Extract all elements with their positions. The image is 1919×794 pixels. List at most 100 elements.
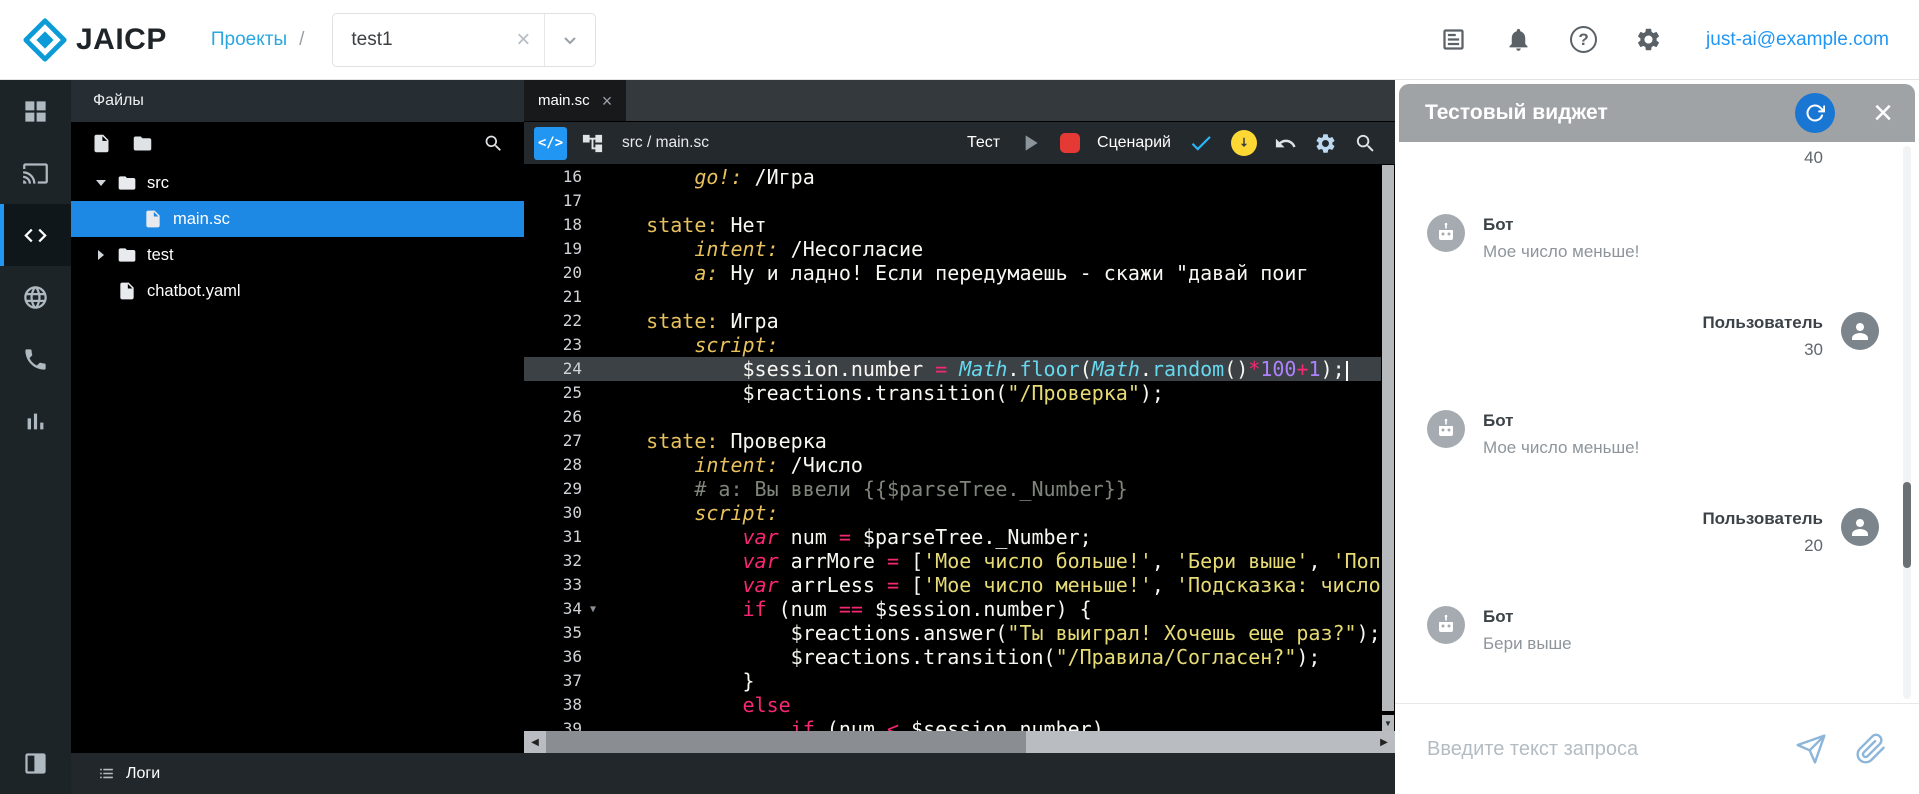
user-email[interactable]: just-ai@example.com [1706,29,1889,51]
sidebar-item-editor[interactable] [0,204,71,266]
undo-icon[interactable] [1274,132,1297,155]
projects-link[interactable]: Проекты [211,29,287,51]
scrollbar-thumb[interactable] [546,731,1026,753]
scroll-left-icon[interactable]: ◀ [524,731,546,753]
code-line[interactable]: 37 } [524,669,1381,693]
code-line[interactable]: 38 else [524,693,1381,717]
visual-editor-icon[interactable] [581,132,604,155]
chat-message-user: Пользователь20 [1427,508,1879,558]
tree-item-chatbot.yaml[interactable]: chatbot.yaml [71,273,524,309]
new-folder-icon[interactable] [132,133,153,154]
code-line[interactable]: 30 script: [524,501,1381,525]
code-line[interactable]: 24 $session.number = Math.floor(Math.ran… [524,357,1381,381]
code-text: } [598,669,1381,693]
code-text: script: [598,333,1381,357]
code-line[interactable]: 16 go!: /Игра [524,165,1381,189]
deploy-icon[interactable] [1231,130,1257,156]
code-line[interactable]: 21 [524,285,1381,309]
code-line[interactable]: 29 # a: Вы ввели {{$parseTree._Number}} [524,477,1381,501]
line-number: 19 [524,237,598,261]
sidebar-item-analytics[interactable] [0,390,71,452]
widget-header: Тестовый виджет × [1399,84,1915,142]
code-line[interactable]: 20 a: Ну и ладно! Если передумаешь - ска… [524,261,1381,285]
bell-icon[interactable] [1505,26,1532,53]
scrollbar-track[interactable] [546,731,1373,753]
line-number: 22 [524,309,598,333]
code-line[interactable]: 19 intent: /Несогласие [524,237,1381,261]
code-line[interactable]: 18 state: Нет [524,213,1381,237]
tree-item-main.sc[interactable]: main.sc [71,201,524,237]
project-selector[interactable]: test1 × [332,13,596,67]
search-icon[interactable] [483,133,504,154]
tree-item-test[interactable]: test [71,237,524,273]
collapse-panel-button[interactable] [0,732,71,794]
chat-scrollbar[interactable] [1903,146,1911,699]
scrollbar-thumb[interactable] [1903,482,1911,568]
clear-project-icon[interactable]: × [502,28,544,52]
line-number: 27 [524,429,598,453]
code-line[interactable]: 27 state: Проверка [524,429,1381,453]
news-icon[interactable] [1440,26,1467,53]
code-view-button[interactable]: </> [534,127,567,160]
logs-bar[interactable]: Логи [71,753,1395,794]
chevron-down-icon[interactable] [545,14,595,66]
code-line[interactable]: 23 script: [524,333,1381,357]
editor-vertical-scrollbar[interactable]: ▼ [1381,165,1395,731]
tab-main-sc[interactable]: main.sc × [524,80,626,121]
gear-icon[interactable] [1635,26,1662,53]
sidebar-item-nlu[interactable] [0,266,71,328]
help-icon[interactable]: ? [1570,26,1597,53]
robot-icon [1434,221,1458,245]
send-icon[interactable] [1795,733,1827,765]
stop-icon[interactable] [1060,133,1080,153]
code-area[interactable]: 16 go!: /Игра1718 state: Нет19 intent: /… [524,165,1395,753]
search-icon[interactable] [1354,132,1377,155]
sidebar-item-channels[interactable] [0,142,71,204]
tab-close-icon[interactable]: × [602,92,613,110]
refresh-button[interactable] [1795,93,1835,133]
tree-item-src[interactable]: src [71,165,524,201]
sidebar-item-dashboard[interactable] [0,80,71,142]
code-text [598,285,1381,309]
message-content: БотМое число меньше! [1483,410,1639,460]
sidebar-item-telephony[interactable] [0,328,71,390]
line-number: 30 [524,501,598,525]
files-panel-header: Файлы [71,80,524,122]
code-line[interactable]: 28 intent: /Число [524,453,1381,477]
code-line[interactable]: 36 $reactions.transition("/Правила/Согла… [524,645,1381,669]
scroll-down-icon[interactable]: ▼ [1382,715,1394,731]
new-file-icon[interactable] [91,133,112,154]
settings-icon[interactable] [1314,132,1337,155]
logo[interactable]: JAICP [22,17,167,63]
close-icon[interactable]: × [1873,96,1893,130]
message-content: БотМое число меньше! [1483,214,1639,264]
play-icon[interactable] [1017,130,1043,156]
line-number: 18 [524,213,598,237]
bot-avatar [1427,606,1465,644]
attach-icon[interactable] [1855,733,1887,765]
code-line[interactable]: 32 var arrMore = ['Мое число больше!', '… [524,549,1381,573]
code-text: $session.number = Math.floor(Math.random… [598,357,1381,381]
widget-input-bar [1395,703,1919,794]
scrollbar-thumb[interactable] [1382,165,1394,711]
code-line[interactable]: 25 $reactions.transition("/Проверка"); [524,381,1381,405]
fold-icon[interactable]: ▼ [590,598,596,622]
code-line[interactable]: 31 var num = $parseTree._Number; [524,525,1381,549]
scroll-right-icon[interactable]: ▶ [1373,731,1395,753]
code-line[interactable]: 22 state: Игра [524,309,1381,333]
code-line[interactable]: 33 var arrLess = ['Мое число меньше!', '… [524,573,1381,597]
message-input[interactable] [1427,738,1767,761]
code-line[interactable]: 35 $reactions.answer("Ты выиграл! Хочешь… [524,621,1381,645]
code-text: $reactions.transition("/Проверка"); [598,381,1381,405]
code-text: state: Игра [598,309,1381,333]
grid-icon [22,98,49,125]
chat-message-user: 40 [1427,146,1879,184]
chat-message-user: Пользователь30 [1427,312,1879,362]
tab-label: main.sc [538,92,590,109]
code-line[interactable]: 17 [524,189,1381,213]
editor-horizontal-scrollbar[interactable]: ◀ ▶ [524,731,1395,753]
code-line[interactable]: 26 [524,405,1381,429]
breadcrumb: Проекты / [211,29,305,51]
code-line[interactable]: 34▼ if (num == $session.number) { [524,597,1381,621]
code-text: # a: Вы ввели {{$parseTree._Number}} [598,477,1381,501]
